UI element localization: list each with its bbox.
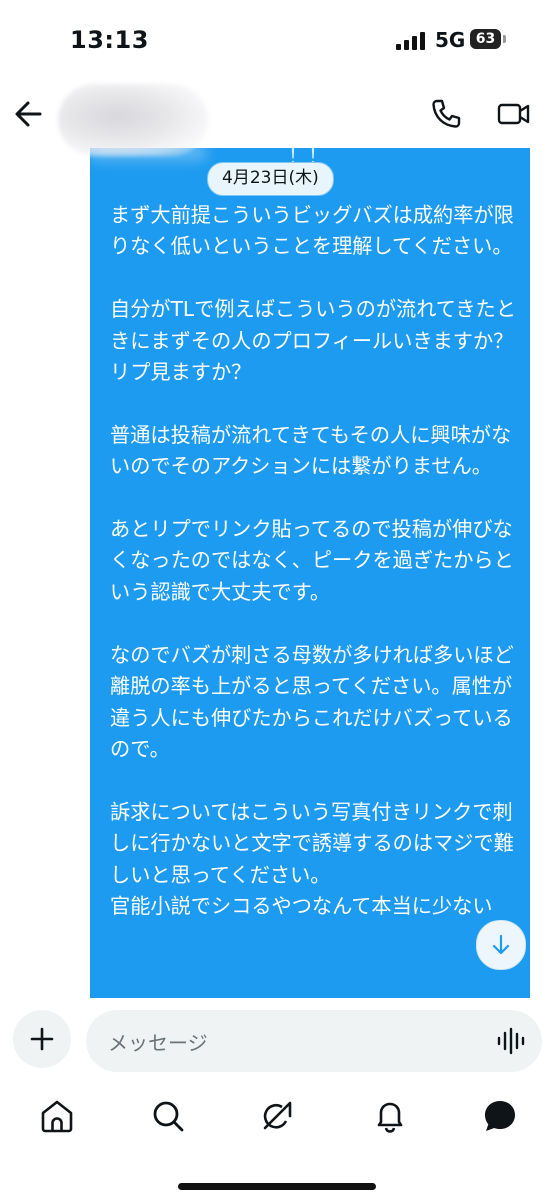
home-icon[interactable] <box>37 1096 77 1136</box>
plus-icon <box>30 1027 54 1051</box>
avatar[interactable] <box>58 84 208 156</box>
message-bubble[interactable]: ！！ まず大前提こういうビッグバズは成約率が限りなく低いということを理解してくだ… <box>90 138 530 998</box>
conversation-header <box>0 84 554 156</box>
messages-icon[interactable] <box>480 1096 520 1136</box>
message-input[interactable]: メッセージ <box>86 1010 542 1072</box>
notifications-icon[interactable] <box>370 1096 410 1136</box>
grok-icon[interactable] <box>257 1096 297 1136</box>
network-type: 5G <box>435 28 466 52</box>
add-media-button[interactable] <box>13 1010 71 1068</box>
message-text: まず大前提こういうビッグバズは成約率が限りなく低いということを理解してください。… <box>110 203 516 918</box>
bottom-navigation <box>0 1082 554 1200</box>
arrow-left-icon[interactable] <box>10 96 50 132</box>
scroll-to-bottom-button[interactable] <box>476 920 526 970</box>
voice-message-icon[interactable] <box>496 1027 526 1055</box>
date-separator: 4月23日(木) <box>207 162 334 196</box>
status-bar: 13:13 5G 63 <box>0 0 554 84</box>
video-camera-icon[interactable] <box>496 96 532 132</box>
phone-icon[interactable] <box>428 96 464 132</box>
message-input-placeholder: メッセージ <box>108 1031 208 1055</box>
status-time: 13:13 <box>70 26 149 54</box>
battery-icon: 63 <box>470 29 501 49</box>
arrow-down-icon <box>492 934 510 955</box>
battery-cap <box>503 35 506 43</box>
home-indicator <box>178 1183 376 1190</box>
message-composer: メッセージ <box>0 1000 554 1080</box>
signal-strength-icon <box>396 32 426 50</box>
search-icon[interactable] <box>148 1096 188 1136</box>
